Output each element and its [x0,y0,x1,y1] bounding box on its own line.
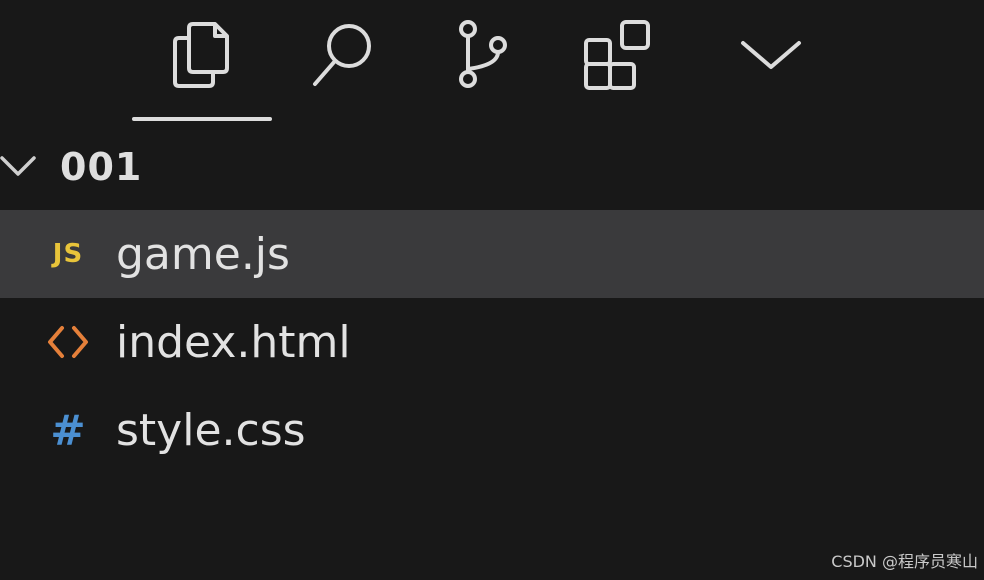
file-name: index.html [116,316,351,368]
chevron-down-icon [0,152,40,182]
file-item-game-js[interactable]: JS game.js [0,210,984,298]
more-views-button[interactable] [726,10,816,100]
extensions-tab[interactable] [572,10,662,100]
css-file-icon: # [50,405,86,455]
html-file-icon [40,314,96,370]
file-item-style-css[interactable]: # style.css [0,386,984,474]
watermark: CSDN @程序员寒山 [831,552,978,571]
js-file-icon: JS [52,239,84,269]
explorer-tab[interactable] [156,10,246,100]
folder-header[interactable]: 001 [0,138,984,196]
search-tab[interactable] [297,10,387,100]
folder-name: 001 [60,145,143,189]
file-list: JS game.js index.html # style.css [0,210,984,474]
file-item-index-html[interactable]: index.html [0,298,984,386]
explorer-panel: 001 JS game.js index.html # style.css CS… [0,0,984,580]
files-icon [173,22,229,88]
active-tab-indicator [132,117,272,121]
extensions-icon [584,20,650,90]
view-toolbar [0,0,984,125]
file-name: game.js [116,228,290,280]
file-name: style.css [116,404,306,456]
search-icon [313,24,371,86]
source-control-icon [459,20,507,88]
source-control-tab[interactable] [437,10,527,100]
chevron-down-icon [741,41,801,69]
